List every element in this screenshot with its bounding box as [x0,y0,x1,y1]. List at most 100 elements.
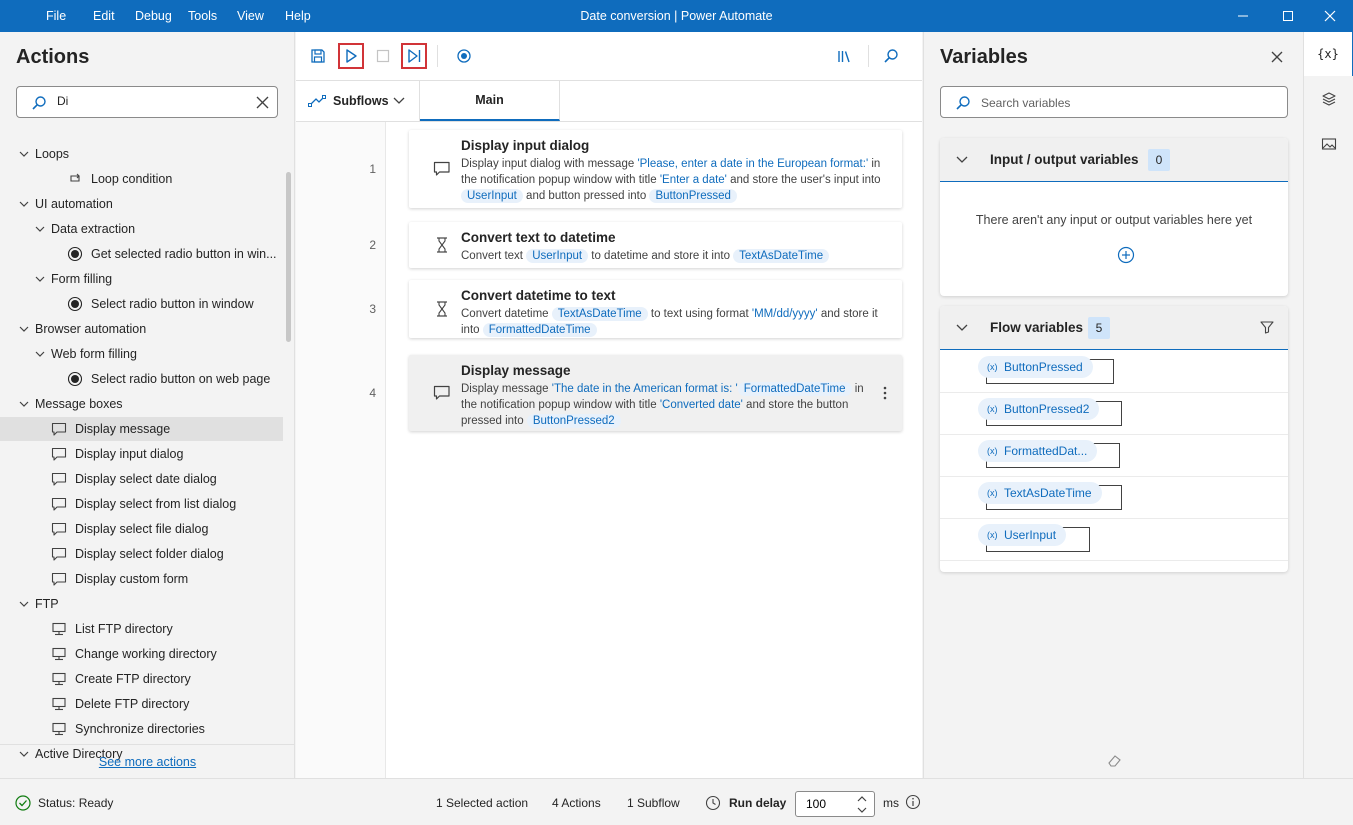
literal-text: 'The date in the American format is: ' [551,383,738,395]
variable-chip[interactable]: (x) UserInput [978,524,1067,546]
tree-item[interactable]: Display input dialog [0,442,283,466]
variable-token: FormattedDateTime [737,382,852,396]
variable-chip[interactable]: (x) FormattedDat... [978,440,1098,462]
action-card[interactable]: Convert text to datetime Convert text Use… [409,222,902,268]
search-icon [956,96,970,110]
run-next-action-button[interactable] [401,43,427,69]
chevron-down-icon[interactable] [857,806,867,814]
variable-type-icon: (x) [987,530,998,540]
variable-chip[interactable]: (x) ButtonPressed [978,356,1093,378]
close-window-button[interactable] [1307,0,1353,32]
tree-group[interactable]: UI automation [0,192,283,216]
flow-variables-header[interactable]: Flow variables 5 [940,306,1288,350]
find-button[interactable] [878,43,904,69]
message-icon [51,497,67,511]
more-options-icon[interactable] [882,385,888,401]
run-delay-input[interactable] [806,797,851,811]
clear-search-icon[interactable] [256,96,269,109]
chevron-down-icon [35,351,45,357]
tree-group[interactable]: Data extraction [0,217,283,241]
maximize-button[interactable] [1265,0,1311,32]
radio-icon [67,246,83,262]
subflows-dropdown[interactable]: Subflows [296,81,420,121]
close-icon[interactable] [1268,48,1286,66]
literal-text: 'Converted date' [659,399,743,411]
menu-help[interactable]: Help [285,9,311,23]
images-pane-button[interactable] [1304,122,1353,166]
variable-chip[interactable]: (x) TextAsDateTime [978,482,1102,504]
tree-item[interactable]: Select radio button in window [0,292,283,316]
tab-main[interactable]: Main [420,81,560,121]
run-delay-stepper[interactable] [795,791,875,817]
tree-group[interactable]: Message boxes [0,392,283,416]
action-card[interactable]: Convert datetime to text Convert datetime… [409,280,902,338]
variables-search-box[interactable]: Search variables [940,86,1288,118]
menu-tools[interactable]: Tools [188,9,217,23]
status-text: Status: Ready [38,796,114,810]
description-text: Convert text [461,250,527,262]
tree-item-label: Select radio button in window [91,297,254,311]
tree-item-label: Display select from list dialog [75,497,237,511]
message-icon [433,161,450,176]
chevron-down-icon [393,97,405,104]
message-icon [51,522,67,536]
add-variable-icon[interactable] [1117,246,1135,264]
message-icon [51,572,67,586]
run-button[interactable] [338,43,364,69]
tree-item[interactable]: Display message [0,417,283,441]
variable-row[interactable]: (x) UserInput [940,519,1288,561]
tree-item[interactable]: Display select file dialog [0,517,283,541]
io-empty-message: There aren't any input or output variabl… [975,213,1253,227]
tree-item[interactable]: Loop condition [0,167,283,191]
tree-group[interactable]: FTP [0,592,283,616]
tree-item[interactable]: Display select folder dialog [0,542,283,566]
record-button[interactable] [451,43,477,69]
menu-file[interactable]: File [46,9,66,23]
flow-variables-section: Flow variables 5 (x) ButtonPressed (x) Butt… [940,306,1288,572]
tree-item[interactable]: Create FTP directory [0,667,283,691]
variable-row[interactable]: (x) TextAsDateTime [940,477,1288,519]
eraser-icon[interactable] [1106,752,1122,768]
menu-debug[interactable]: Debug [135,9,172,23]
description-text: to text using format [647,308,752,320]
variable-row[interactable]: (x) ButtonPressed2 [940,393,1288,435]
variable-row[interactable]: (x) ButtonPressed [940,351,1288,393]
menu-view[interactable]: View [237,9,264,23]
variable-chip[interactable]: (x) ButtonPressed2 [978,398,1100,420]
tree-group[interactable]: Web form filling [0,342,283,366]
tree-item[interactable]: Synchronize directories [0,717,283,741]
actions-search-box[interactable] [16,86,278,118]
tree-group[interactable]: Form filling [0,267,283,291]
tree-item[interactable]: Display custom form [0,567,283,591]
variables-search-placeholder[interactable]: Search variables [981,96,1070,110]
menu-edit[interactable]: Edit [93,9,115,23]
action-card[interactable]: Display message Display message 'The date… [409,355,902,431]
see-more-actions-link[interactable]: See more actions [0,755,294,769]
variables-pane-button[interactable]: {x} [1304,32,1353,76]
tree-group[interactable]: Loops [0,142,283,166]
stop-button[interactable] [370,43,396,69]
action-card[interactable]: Display input dialog Display input dialog… [409,130,902,208]
assets-library-button[interactable] [831,43,857,69]
save-button[interactable] [305,43,331,69]
action-description: Display input dialog with message 'Pleas… [461,156,881,204]
tree-item[interactable]: Delete FTP directory [0,692,283,716]
chevron-up-icon[interactable] [857,795,867,803]
minimize-button[interactable] [1220,0,1266,32]
filter-icon[interactable] [1260,320,1274,334]
ui-elements-pane-button[interactable] [1304,77,1353,121]
actions-scrollbar[interactable] [286,172,291,342]
io-variables-header[interactable]: Input / output variables 0 [940,138,1288,182]
tree-item[interactable]: Get selected radio button in win... [0,242,283,266]
tree-item[interactable]: Select radio button on web page [0,367,283,391]
tree-item[interactable]: Change working directory [0,642,283,666]
info-icon[interactable] [905,794,921,810]
variable-row[interactable]: (x) FormattedDat... [940,435,1288,477]
tree-group[interactable]: Browser automation [0,317,283,341]
tree-item[interactable]: List FTP directory [0,617,283,641]
message-icon [51,472,67,486]
tree-item[interactable]: Display select from list dialog [0,492,283,516]
actions-search-input[interactable] [57,94,247,108]
tree-item[interactable]: Display select date dialog [0,467,283,491]
chevron-down-icon [956,156,968,163]
